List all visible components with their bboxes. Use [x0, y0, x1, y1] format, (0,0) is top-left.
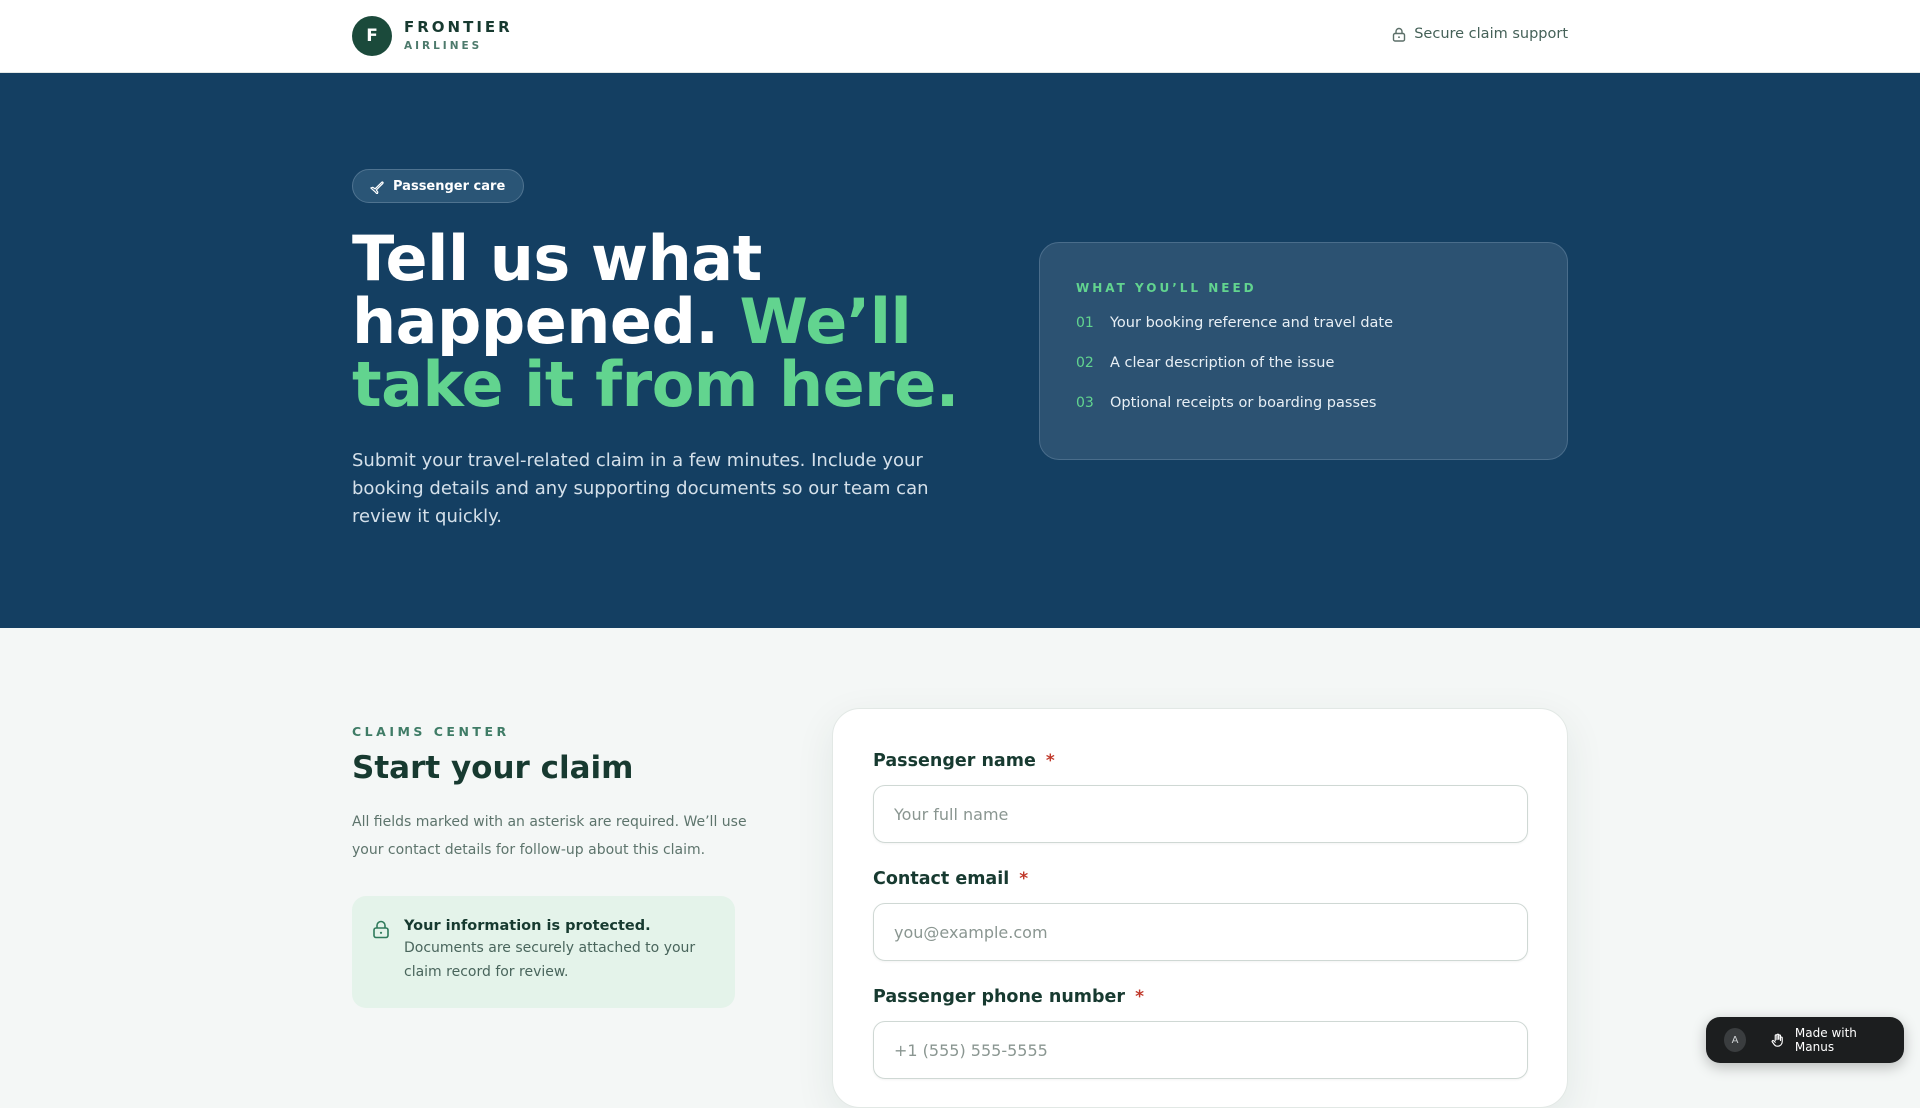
start-claim-title: Start your claim: [352, 750, 634, 786]
passenger-phone-input[interactable]: [873, 1021, 1528, 1079]
protection-body: Documents are securely attached to your …: [404, 940, 696, 980]
requirement-item: 02 A clear description of the issue: [1076, 355, 1531, 395]
field-label-text: Passenger name: [873, 751, 1036, 771]
made-with-manus-label: Made with Manus: [1794, 1026, 1857, 1054]
requirement-item: 03 Optional receipts or boarding passes: [1076, 395, 1531, 435]
secure-claim-support-link[interactable]: Secure claim support: [1392, 26, 1568, 42]
claims-description: All fields marked with an asterisk are r…: [352, 814, 747, 858]
requirement-item: 01 Your booking reference and travel dat…: [1076, 315, 1531, 355]
made-with-manus-badge[interactable]: A Made with Manus: [1706, 1017, 1904, 1063]
passenger-name-field: Passenger name *: [873, 751, 1528, 843]
requirement-number: 03: [1076, 395, 1094, 411]
field-label-text: Contact email: [873, 869, 1010, 889]
requirement-text: Your booking reference and travel date: [1110, 315, 1394, 331]
claim-form: Passenger name * Contact email * Passeng…: [832, 708, 1568, 1108]
secure-claim-support-label: Secure claim support: [1414, 26, 1568, 42]
brand-subtitle: AIRLINES: [404, 40, 483, 53]
contact-email-field: Contact email *: [873, 869, 1528, 961]
brand-wordmark: FRONTIER AIRLINES: [404, 20, 513, 52]
requirements-card: WHAT YOU’LL NEED 01 Your booking referen…: [1039, 242, 1568, 460]
hero-title-main: Tell us what happened.: [352, 222, 762, 358]
requirements-list: 01 Your booking reference and travel dat…: [1076, 315, 1531, 435]
brand-name: FRONTIER: [404, 18, 513, 37]
passenger-phone-field: Passenger phone number *: [873, 987, 1528, 1079]
protection-text: Your information is protected. Documents…: [404, 918, 715, 1008]
contact-email-input[interactable]: [873, 903, 1528, 961]
passenger-phone-label: Passenger phone number *: [873, 987, 1527, 1007]
lock-icon: [1393, 27, 1406, 42]
brand-logo[interactable]: F FRONTIER AIRLINES: [352, 16, 513, 56]
passenger-name-input[interactable]: [873, 785, 1528, 843]
requirement-number: 02: [1076, 355, 1094, 371]
top-header: F FRONTIER AIRLINES Secure claim support: [0, 0, 1920, 73]
brand-mark: F: [352, 16, 392, 56]
lock-icon: [373, 920, 389, 939]
requirement-text: Optional receipts or boarding passes: [1110, 395, 1377, 411]
required-asterisk: *: [1019, 869, 1029, 889]
required-asterisk: *: [1135, 987, 1144, 1007]
plane-icon: [370, 181, 384, 194]
protection-notice: Your information is protected. Documents…: [352, 896, 735, 1008]
avatar: A: [1724, 1028, 1747, 1052]
required-asterisk: *: [1045, 751, 1055, 771]
claims-center-eyebrow: CLAIMS CENTER: [352, 724, 510, 739]
hero-description: Submit your travel-related claim in a fe…: [352, 450, 929, 527]
passenger-care-pill: Passenger care: [352, 169, 525, 203]
field-label-text: Passenger phone number: [873, 987, 1126, 1007]
hand-icon: [1771, 1033, 1783, 1047]
contact-email-label: Contact email *: [873, 869, 1527, 889]
protection-title: Your information is protected.: [404, 918, 651, 934]
requirements-heading: WHAT YOU’LL NEED: [1076, 281, 1257, 295]
passenger-care-label: Passenger care: [393, 178, 506, 194]
hero-section: Passenger care Tell us what happened. We…: [0, 73, 1920, 628]
requirement-text: A clear description of the issue: [1110, 355, 1335, 371]
requirement-number: 01: [1076, 315, 1094, 331]
hero-title: Tell us what happened. We’ll take it fro…: [352, 227, 972, 416]
passenger-name-label: Passenger name *: [873, 751, 1527, 771]
